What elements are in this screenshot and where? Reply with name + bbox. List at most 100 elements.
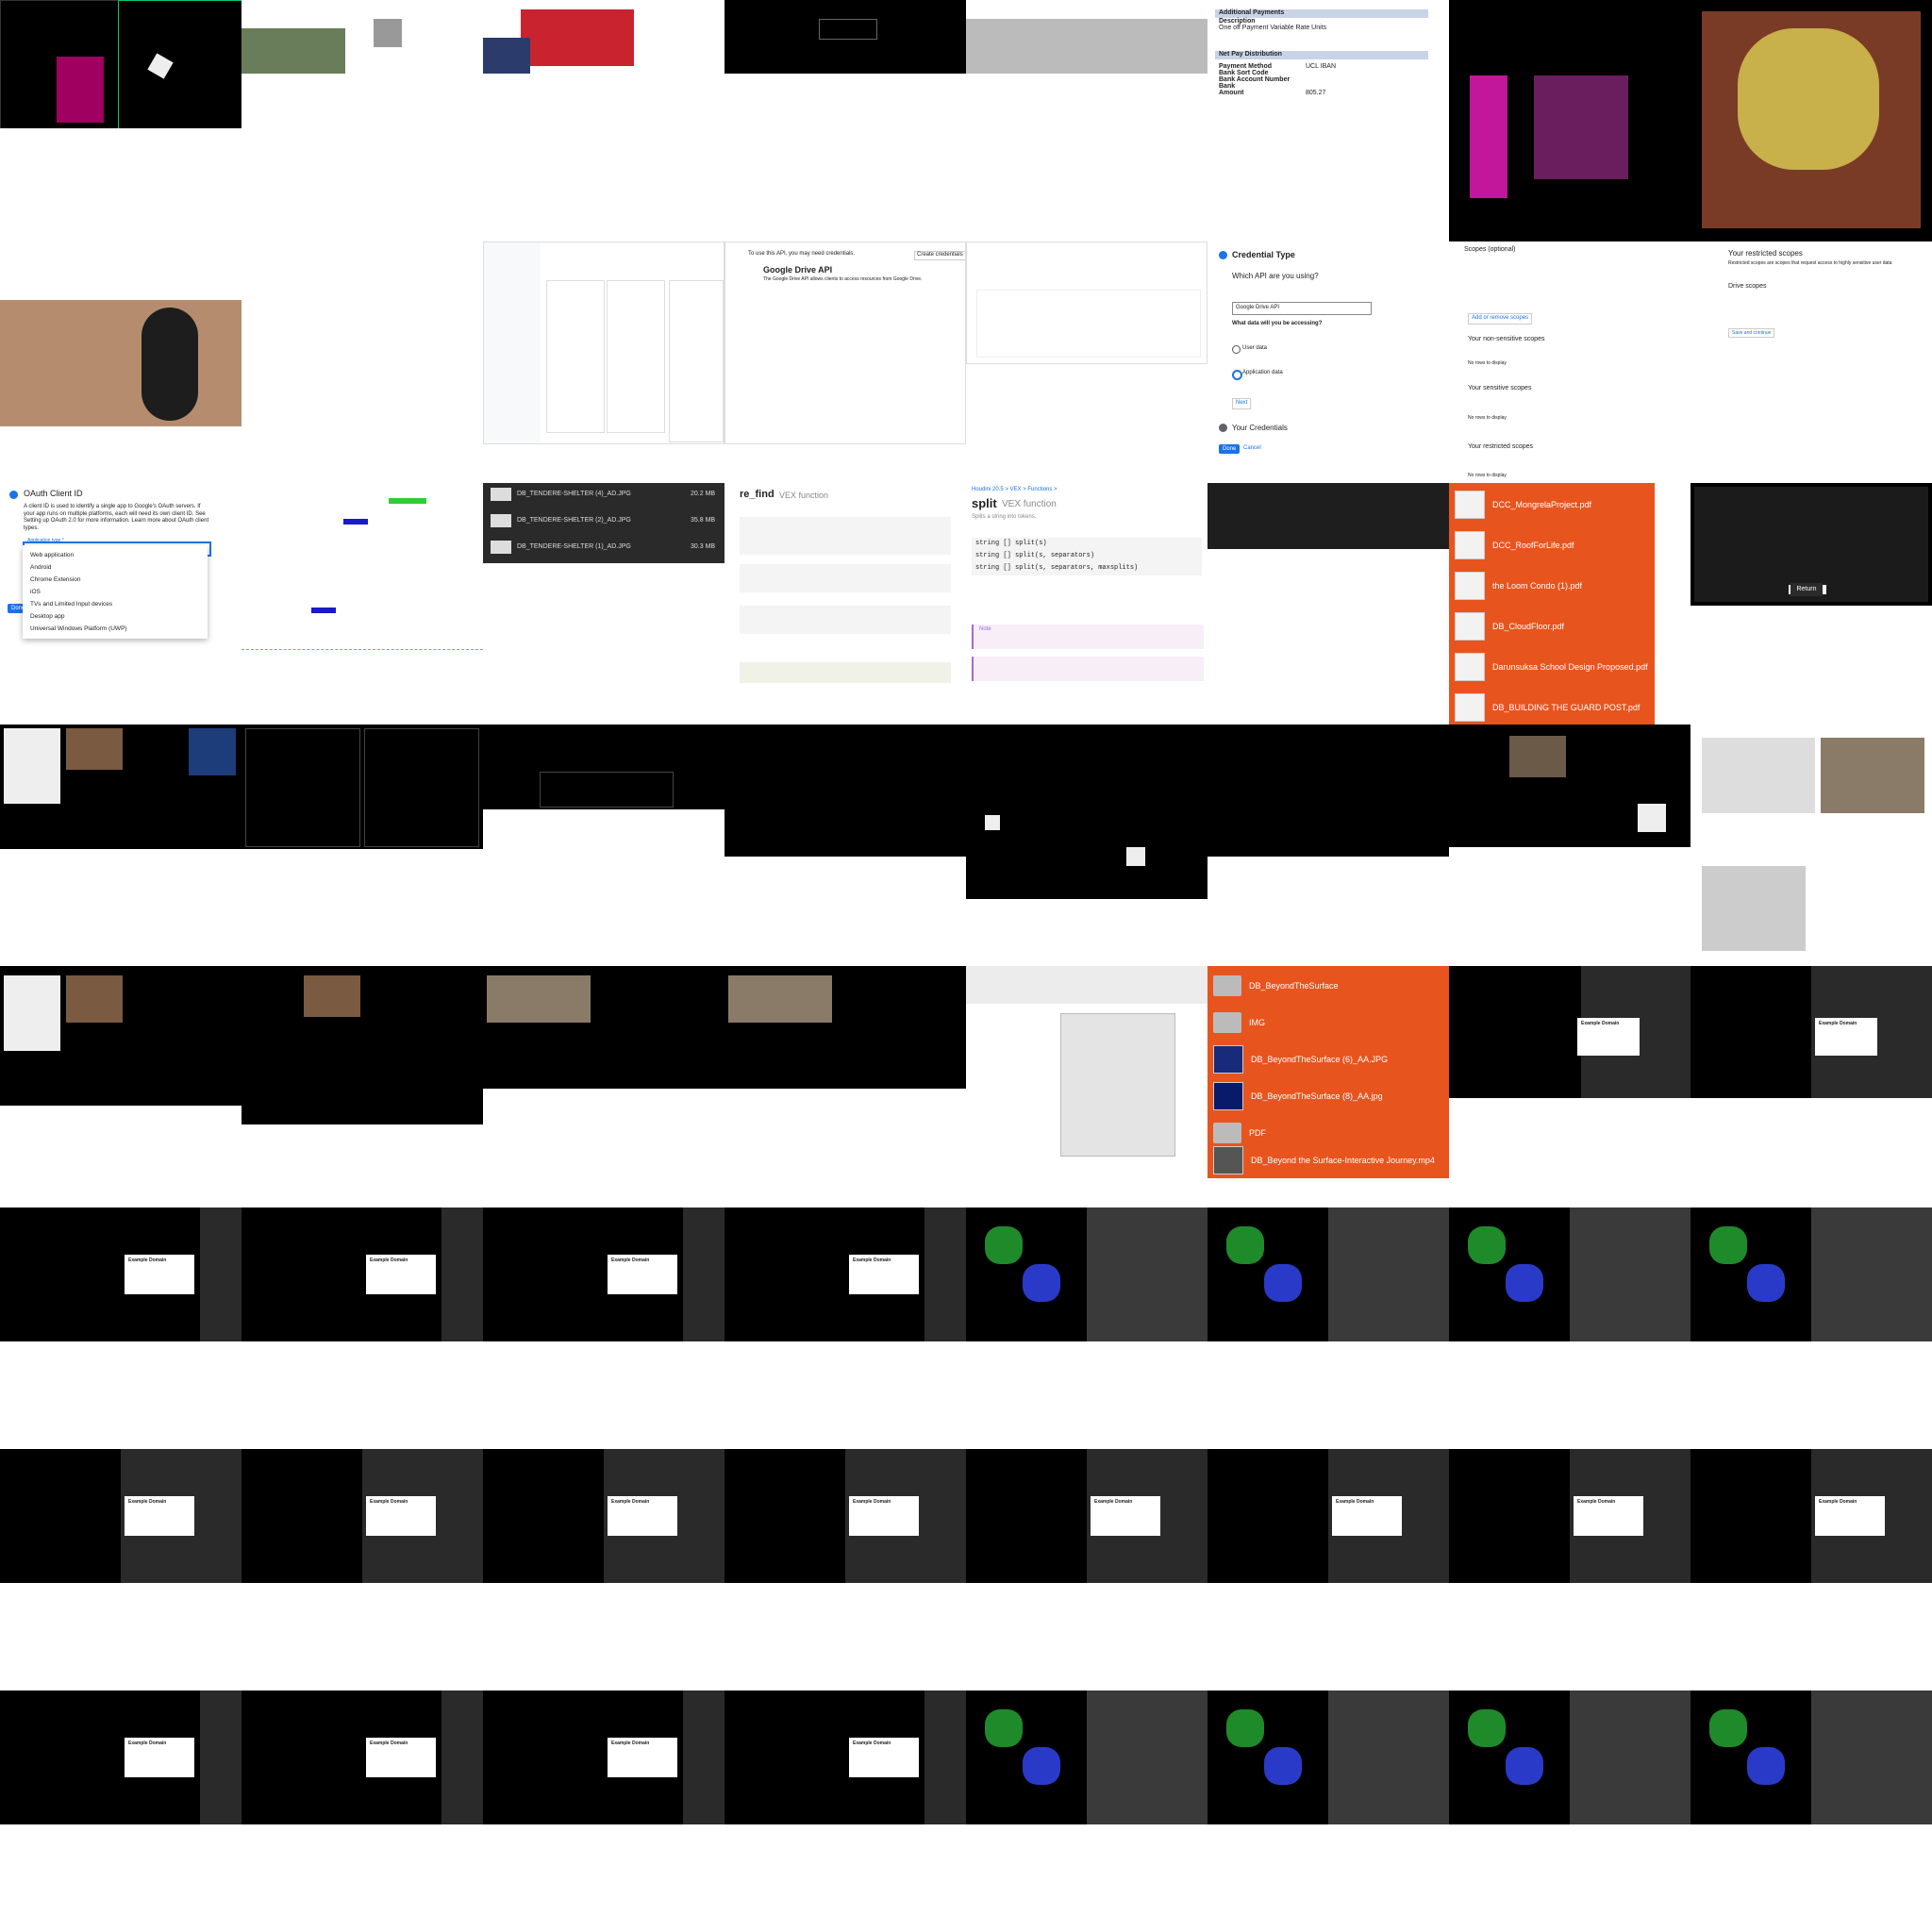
image-thumb [1213, 1082, 1243, 1110]
file-name-2[interactable]: DB_TENDERE-SHELTER (2)_AD.JPG [517, 517, 631, 525]
tile-browser-dialog: Example Domain [483, 1690, 724, 1824]
amount-label: Amount [1219, 90, 1244, 96]
save-continue-button[interactable]: Save and continue [1728, 328, 1775, 339]
split-subtitle: VEX function [1002, 499, 1057, 509]
drive-api-description: The Google Drive API allows clients to a… [763, 276, 923, 282]
option-uwp[interactable]: Universal Windows Platform (UWP) [23, 623, 208, 635]
tile-gallery-return: Return [1690, 483, 1932, 606]
dialog-title: Example Domain [1577, 1499, 1616, 1505]
tile-yellow-stone-photo [1690, 0, 1932, 242]
pdf-item[interactable]: DB_BUILDING THE GUARD POST.pdf [1455, 690, 1649, 724]
pdf-name: DCC_RoofForLife.pdf [1492, 541, 1574, 550]
net-pay-title: Net Pay Distribution [1219, 51, 1282, 58]
payment-method-value: UCL IBAN [1306, 63, 1337, 70]
note-label: Note [979, 626, 991, 632]
split-title: split [972, 496, 997, 510]
dialog-title: Example Domain [128, 1740, 167, 1746]
video-item[interactable]: DB_Beyond the Surface-Interactive Journe… [1213, 1142, 1443, 1178]
option-android[interactable]: Android [23, 561, 208, 574]
image-item[interactable]: DB_BeyondTheSurface (8)_AA.jpg [1213, 1078, 1443, 1114]
tile-restricted-scopes: Your restricted scopes Restricted scopes… [1690, 242, 1932, 364]
file-name-3[interactable]: DB_TENDERE-SHELTER (1)_AD.JPG [517, 543, 631, 552]
folder-item[interactable]: DB_BeyondTheSurface [1213, 968, 1443, 1004]
user-data-label: User data [1242, 345, 1268, 351]
dialog-title: Example Domain [1819, 1021, 1857, 1026]
api-select-value: Google Drive API [1236, 305, 1280, 310]
sensitive-title: Your sensitive scopes [1468, 385, 1532, 391]
tile-projection-photo [1449, 0, 1690, 242]
pdf-name: Darunsuksa School Design Proposed.pdf [1492, 662, 1648, 672]
tile-layout-11 [483, 966, 724, 1089]
tile-browser-dialog: Example Domain [0, 1449, 242, 1583]
tile-3d-viewport [0, 0, 242, 128]
tile-layout-6 [1208, 724, 1449, 857]
app-data-radio[interactable] [1232, 370, 1242, 380]
dialog-title: Example Domain [611, 1499, 650, 1505]
create-credentials-button[interactable]: Create credentials [914, 251, 965, 260]
option-ios[interactable]: iOS [23, 586, 208, 598]
tile-folder-list: DB_BeyondTheSurface IMG DB_BeyondTheSurf… [1208, 966, 1449, 1178]
dialog-title: Example Domain [1581, 1021, 1620, 1026]
file-size-3: 30.3 MB [691, 543, 716, 550]
tile-browser-dialog: Example Domain [1690, 966, 1932, 1098]
return-button[interactable]: Return [1790, 583, 1823, 596]
pdf-item[interactable]: DCC_RoofForLife.pdf [1455, 527, 1649, 563]
image-thumb [1213, 1045, 1243, 1074]
tile-layout-12 [724, 966, 966, 1089]
pdf-thumb [1455, 572, 1485, 600]
restricted-empty: No rows to display [1468, 473, 1507, 478]
tile-browser-dialog: Example Domain [242, 1449, 483, 1583]
tile-layout-2 [242, 724, 483, 849]
tile-node-editor [966, 1690, 1208, 1824]
pdf-item[interactable]: the Loom Condo (1).pdf [1455, 568, 1649, 604]
pdf-thumb [1455, 653, 1485, 681]
next-button[interactable]: Next [1232, 398, 1252, 409]
image-item[interactable]: DB_BeyondTheSurface (6)_AA.JPG [1213, 1041, 1443, 1077]
creds-notice: To use this API, you may need credential… [748, 251, 856, 257]
file-name-1[interactable]: DB_TENDERE-SHELTER (4)_AD.JPG [517, 491, 631, 499]
folder-item[interactable]: IMG [1213, 1005, 1443, 1041]
tile-api-metrics [966, 242, 1208, 364]
tile-browser-dialog: Example Domain [242, 1208, 483, 1341]
option-web-application[interactable]: Web application [23, 549, 208, 561]
option-tvs[interactable]: TVs and Limited Input devices [23, 598, 208, 610]
tile-browser-dialog: Example Domain [724, 1208, 966, 1341]
folder-icon [1213, 1012, 1241, 1033]
add-remove-scopes-button[interactable]: Add or remove scopes [1468, 313, 1533, 325]
tile-browser-dialog: Example Domain [483, 1208, 724, 1341]
tile-node-editor [1208, 1208, 1449, 1341]
pdf-item[interactable]: DCC_MongrelaProject.pdf [1455, 487, 1649, 523]
split-breadcrumb[interactable]: Houdini 20.5 > VEX > Functions > [972, 487, 1058, 494]
option-chrome-extension[interactable]: Chrome Extension [23, 574, 208, 586]
api-select[interactable]: Google Drive API [1232, 302, 1372, 315]
sensitive-empty: No rows to display [1468, 415, 1507, 421]
pdf-name: DB_BUILDING THE GUARD POST.pdf [1492, 703, 1641, 712]
dialog-title: Example Domain [1336, 1499, 1374, 1505]
restricted-scopes-heading: Your restricted scopes [1728, 249, 1803, 258]
split-description: Splits a string into tokens. [972, 514, 1037, 520]
pdf-item[interactable]: Darunsuksa School Design Proposed.pdf [1455, 649, 1649, 685]
restricted-scopes-desc: Restricted scopes are scopes that reques… [1728, 260, 1892, 266]
pdf-item[interactable]: DB_CloudFloor.pdf [1455, 608, 1649, 644]
tile-sculpture-photo [0, 242, 242, 483]
oauth-description: A client ID is used to identify a single… [24, 504, 209, 531]
step-1-icon [1219, 251, 1227, 259]
tile-browser-dialog: Example Domain [724, 1690, 966, 1824]
option-desktop-app[interactable]: Desktop app [23, 610, 208, 623]
user-data-radio[interactable] [1232, 345, 1241, 354]
non-sensitive-title: Your non-sensitive scopes [1468, 336, 1545, 342]
cancel-button[interactable]: Cancel [1243, 445, 1261, 453]
tile-layout-9 [0, 966, 242, 1106]
dialog-title: Example Domain [370, 1257, 408, 1263]
oauth-title: OAuth Client ID [24, 489, 83, 498]
app-data-label: Application data [1242, 370, 1283, 375]
pdf-name: DCC_MongrelaProject.pdf [1492, 500, 1592, 509]
which-api-question: Which API are you using? [1232, 272, 1319, 280]
pdf-name: the Loom Condo (1).pdf [1492, 581, 1583, 591]
tile-credential-type: Credential Type Which API are you using?… [1208, 242, 1449, 483]
tile-node-editor [1449, 1690, 1690, 1824]
step-icon [9, 491, 18, 499]
tile-payslip: Additional Payments Description One off … [1208, 0, 1449, 104]
dialog-title: Example Domain [370, 1740, 408, 1746]
done-button[interactable]: Done [1219, 444, 1241, 454]
